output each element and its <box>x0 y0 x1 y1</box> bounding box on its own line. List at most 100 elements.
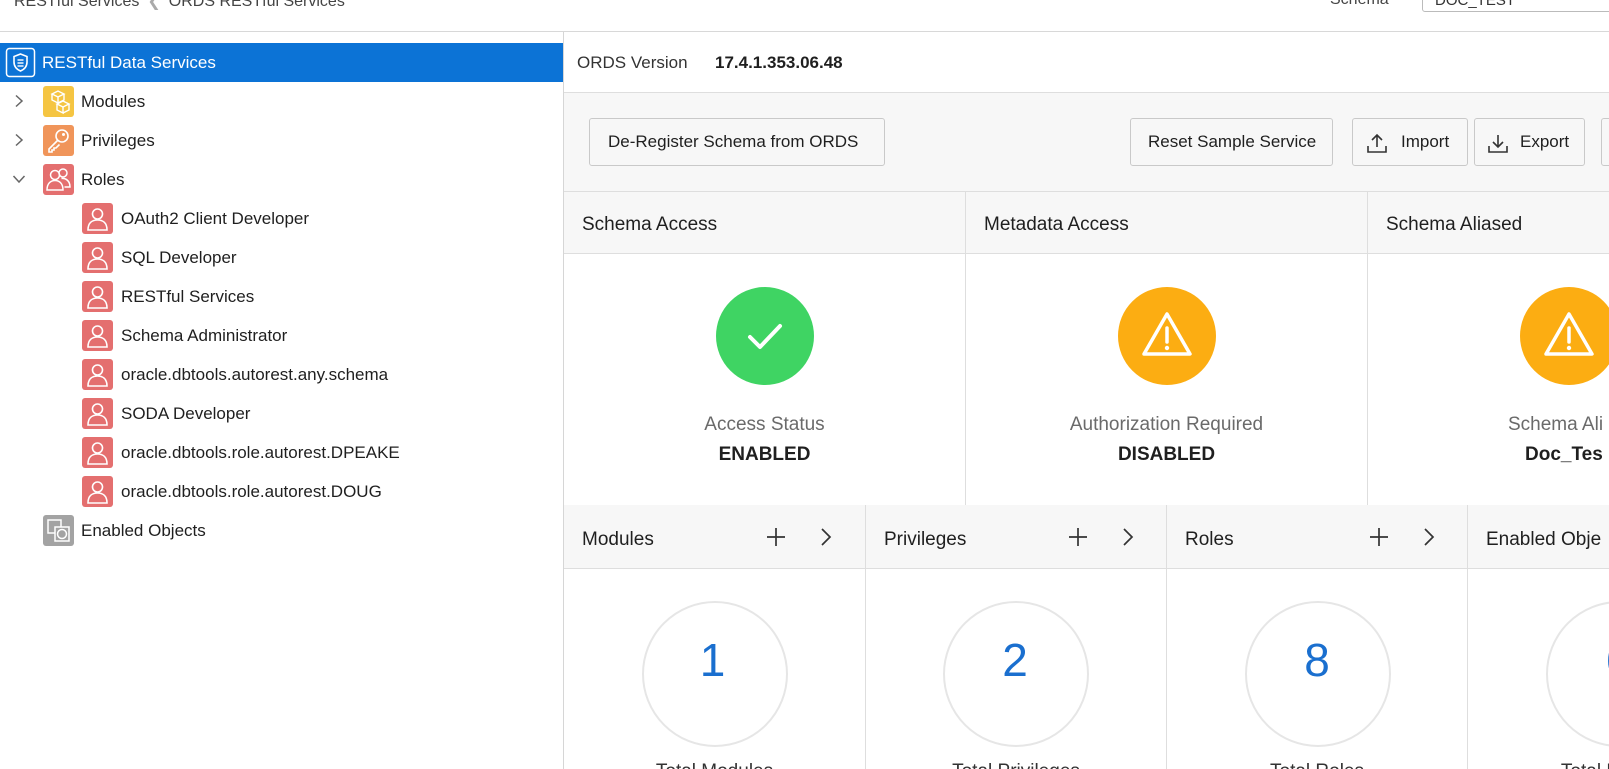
tree-item-role[interactable]: SODA Developer <box>0 394 563 433</box>
upload-icon <box>1366 132 1388 154</box>
count-value[interactable]: 6 <box>1468 633 1609 687</box>
roles-count-tile: Roles 8 Total Roles <box>1167 505 1468 769</box>
tree-item-label: oracle.dbtools.autorest.any.schema <box>121 365 389 384</box>
tile-title: Enabled Obje <box>1486 529 1602 550</box>
tree-item-privileges[interactable]: Privileges <box>0 121 563 160</box>
breadcrumb-item-ords: ORDS RESTful Services <box>168 0 345 10</box>
tile-title: Modules <box>582 529 654 550</box>
check-icon <box>716 287 814 385</box>
tile-header: Roles <box>1167 505 1467 569</box>
schema-label: Schema <box>1330 0 1389 9</box>
tile-caption: Access Status <box>704 414 825 435</box>
more-button[interactable] <box>1601 118 1609 166</box>
user-icon <box>82 476 113 507</box>
schema-aliased-tile: Schema Aliased Schema Ali Doc_Tes <box>1368 192 1609 505</box>
breadcrumb-item-restful-services[interactable]: RESTful Services <box>14 0 139 10</box>
enabled-objects-count-tile: Enabled Obje 6 Total Enabled <box>1468 505 1609 769</box>
button-label: De-Register Schema from ORDS <box>608 132 859 151</box>
import-button[interactable]: Import <box>1352 118 1468 166</box>
button-label: Reset Sample Service <box>1148 132 1317 151</box>
status-tiles: Schema Access Access Status ENABLED Meta… <box>564 191 1609 506</box>
tree-item-role[interactable]: SQL Developer <box>0 238 563 277</box>
count-value[interactable]: 2 <box>865 633 1165 687</box>
chevron-down-icon[interactable] <box>12 172 26 186</box>
version-value: 17.4.1.353.06.48 <box>715 53 843 72</box>
breadcrumb: RESTful Services ❮ ORDS RESTful Services <box>14 0 345 11</box>
tile-title: Privileges <box>884 529 967 550</box>
top-bar: RESTful Services ❮ ORDS RESTful Services S… <box>0 0 1609 32</box>
tree-item-modules[interactable]: Modules <box>0 82 563 121</box>
warning-icon <box>1118 287 1216 385</box>
user-icon <box>82 398 113 429</box>
add-icon[interactable] <box>764 525 788 549</box>
chevron-right-icon[interactable] <box>814 525 838 549</box>
download-icon <box>1487 132 1509 154</box>
user-icon <box>82 203 113 234</box>
count-value[interactable]: 8 <box>1167 633 1467 687</box>
chevron-right-icon[interactable] <box>1417 525 1441 549</box>
metadata-access-tile: Metadata Access Authorization Required D… <box>966 192 1368 505</box>
user-icon <box>82 281 113 312</box>
tree-item-label: OAuth2 Client Developer <box>121 209 310 228</box>
overview-panel: ORDS Version 17.4.1.353.06.48 De-Registe… <box>564 32 1609 769</box>
user-icon <box>82 359 113 390</box>
export-button[interactable]: Export <box>1474 118 1585 166</box>
tree-item-role[interactable]: oracle.dbtools.role.autorest.DPEAKE <box>0 433 563 472</box>
privileges-count-tile: Privileges 2 Total Privileges <box>866 505 1167 769</box>
tile-title: Schema Access <box>582 214 718 235</box>
chevron-right-icon[interactable] <box>12 133 26 147</box>
tree-item-label: SODA Developer <box>121 404 251 423</box>
tile-title: Roles <box>1185 529 1234 550</box>
tile-header: Privileges <box>866 505 1166 569</box>
warning-icon <box>1520 287 1609 385</box>
reset-sample-service-button[interactable]: Reset Sample Service <box>1130 118 1333 166</box>
key-icon <box>43 125 74 156</box>
tile-caption: Schema Ali <box>1508 414 1604 435</box>
tree-item-role[interactable]: oracle.dbtools.autorest.any.schema <box>0 355 563 394</box>
tile-caption: Authorization Required <box>1069 414 1264 435</box>
tree-item-roles[interactable]: Roles <box>0 160 563 199</box>
deregister-schema-button[interactable]: De-Register Schema from ORDS <box>589 118 885 166</box>
tree-item-label: Privileges <box>81 131 155 150</box>
button-label: Export <box>1520 132 1570 151</box>
users-icon <box>43 164 74 195</box>
tree-item-label: RESTful Data Services <box>42 53 216 72</box>
version-label: ORDS Version <box>577 53 688 72</box>
objects-icon <box>43 515 74 546</box>
tree-item-role[interactable]: OAuth2 Client Developer <box>0 199 563 238</box>
tree-item-role[interactable]: Schema Administrator <box>0 316 563 355</box>
tree-item-enabled-objects[interactable]: Enabled Objects <box>0 511 563 550</box>
boxes-icon <box>43 86 74 117</box>
add-icon[interactable] <box>1066 525 1090 549</box>
tree-item-label: oracle.dbtools.role.autorest.DPEAKE <box>121 443 400 462</box>
count-tiles: Modules 1 Total Modules Privileges 2 Tot… <box>564 505 1609 769</box>
tile-title: Metadata Access <box>984 214 1129 235</box>
button-label: Import <box>1401 132 1450 151</box>
breadcrumb-separator: ❮ <box>147 0 161 10</box>
user-icon <box>82 242 113 273</box>
tree-item-label: oracle.dbtools.role.autorest.DOUG <box>121 482 382 501</box>
tree-item-label: Enabled Objects <box>81 521 206 540</box>
tree-item-role[interactable]: oracle.dbtools.role.autorest.DOUG <box>0 472 563 511</box>
tree-item-restful-data-services[interactable]: RESTful Data Services <box>0 43 563 82</box>
count-footer: Total Enabled <box>1468 761 1609 769</box>
count-footer: Total Privileges <box>866 761 1166 769</box>
tree-item-role[interactable]: RESTful Services <box>0 277 563 316</box>
tile-header: Metadata Access <box>966 192 1367 254</box>
chevron-right-icon[interactable] <box>1116 525 1140 549</box>
tile-header: Schema Access <box>564 192 965 254</box>
tree-item-label: Schema Administrator <box>121 326 288 345</box>
add-icon[interactable] <box>1367 525 1391 549</box>
tree-item-label: Roles <box>81 170 125 189</box>
schema-select[interactable]: DOC_TEST <box>1422 0 1609 12</box>
tile-value: Doc_Tes <box>1525 444 1603 465</box>
tile-header: Enabled Obje <box>1468 505 1609 569</box>
count-footer: Total Roles <box>1167 761 1467 769</box>
database-shield-icon <box>5 47 36 78</box>
user-icon <box>82 437 113 468</box>
chevron-right-icon[interactable] <box>12 94 26 108</box>
tree-item-label: RESTful Services <box>121 287 255 306</box>
navigation-tree: RESTful Data Services Modules Privileges… <box>0 32 564 769</box>
count-value[interactable]: 1 <box>564 633 863 687</box>
tile-value: DISABLED <box>1117 444 1216 465</box>
